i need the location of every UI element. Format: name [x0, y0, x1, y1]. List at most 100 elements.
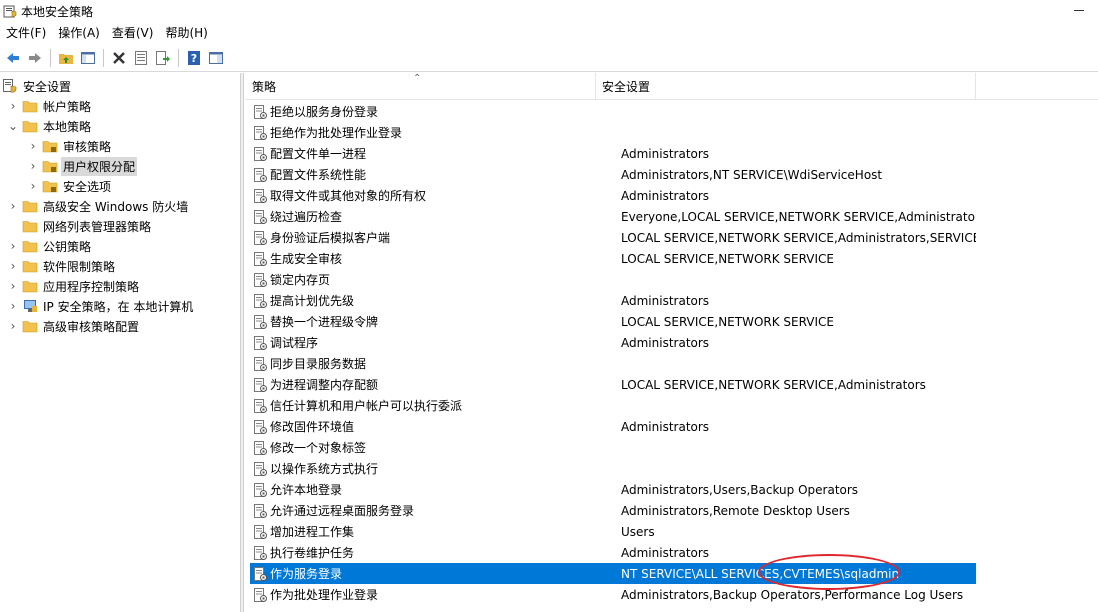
policy-row[interactable]: 提高计划优先级 Administrators [250, 290, 976, 311]
policy-row[interactable]: 取得文件或其他对象的所有权 Administrators [250, 185, 976, 206]
chevron-right-icon[interactable]: › [8, 256, 18, 276]
minimize-button[interactable] [1074, 10, 1084, 11]
chevron-right-icon[interactable]: › [8, 236, 18, 256]
chevron-right-icon[interactable]: › [8, 96, 18, 116]
menu-action[interactable]: 操作(A) [52, 22, 106, 44]
policy-row[interactable]: 生成安全审核 LOCAL SERVICE,NETWORK SERVICE [250, 248, 976, 269]
policy-setting: LOCAL SERVICE,NETWORK SERVICE [621, 251, 835, 266]
policy-icon [252, 398, 268, 414]
chevron-right-icon[interactable]: › [8, 296, 18, 316]
policy-row[interactable]: 允许本地登录 Administrators,Users,Backup Operat… [250, 479, 976, 500]
policy-name: 为进程调整内存配额 [270, 378, 379, 392]
policy-name: 以操作系统方式执行 [270, 462, 379, 476]
policy-row[interactable]: 调试程序 Administrators [250, 332, 976, 353]
chevron-right-icon[interactable]: › [8, 196, 18, 216]
tree-item[interactable]: › 软件限制策略 [8, 256, 117, 276]
policy-icon [252, 356, 268, 372]
policy-row[interactable]: 配置文件系统性能 Administrators,NT SERVICE\WdiSer… [250, 164, 976, 185]
back-button[interactable] [2, 47, 24, 69]
column-header-policy[interactable]: 策略 [245, 73, 595, 100]
policy-icon [252, 146, 268, 162]
pane-splitter[interactable] [241, 73, 244, 612]
tree-item[interactable]: › 公钥策略 [8, 236, 93, 256]
policy-name: 调试程序 [270, 336, 319, 350]
menu-view[interactable]: 查看(V) [106, 22, 160, 44]
policy-icon [252, 419, 268, 435]
tree-item[interactable]: ⌄ 本地策略 [8, 116, 93, 136]
policy-icon [252, 251, 268, 267]
toolbar-separator [50, 48, 51, 67]
tree-item[interactable]: › 高级审核策略配置 [8, 316, 141, 336]
policy-name: 提高计划优先级 [270, 294, 355, 308]
policy-icon [252, 377, 268, 393]
menu-file[interactable]: 文件(F) [0, 22, 52, 44]
properties-button[interactable] [130, 47, 152, 69]
policy-icon [252, 440, 268, 456]
title-bar: 本地安全策略 [0, 0, 1098, 22]
policy-row[interactable]: 绕过遍历检查 Everyone,LOCAL SERVICE,NETWORK SER… [250, 206, 976, 227]
chevron-down-icon[interactable]: ⌄ [8, 116, 18, 136]
chevron-right-icon[interactable]: › [8, 316, 18, 336]
tree-item[interactable]: › 帐户策略 [8, 96, 93, 116]
forward-button[interactable] [24, 47, 46, 69]
policy-icon [252, 125, 268, 141]
toolbar: ? [0, 44, 1098, 72]
policy-name: 身份验证后模拟客户端 [270, 231, 391, 245]
up-level-button[interactable] [55, 47, 77, 69]
policy-row[interactable]: 作为批处理作业登录 Administrators,Backup Operators… [250, 584, 976, 605]
policy-icon [252, 167, 268, 183]
policy-name: 取得文件或其他对象的所有权 [270, 189, 427, 203]
policy-row[interactable]: 拒绝以服务身份登录 [250, 101, 976, 122]
export-list-button[interactable] [152, 47, 174, 69]
tree-item[interactable]: › IP 安全策略，在 本地计算机 [8, 296, 195, 316]
policy-row[interactable]: 以操作系统方式执行 [250, 458, 976, 479]
help-button[interactable]: ? [183, 47, 205, 69]
tree-item[interactable]: › 应用程序控制策略 [8, 276, 141, 296]
tree-item[interactable]: › 安全选项 [28, 176, 113, 196]
tree-item-label: 公钥策略 [43, 239, 92, 254]
policy-row[interactable]: 信任计算机和用户帐户可以执行委派 [250, 395, 976, 416]
chevron-right-icon[interactable]: › [28, 156, 38, 176]
policy-row[interactable]: 拒绝作为批处理作业登录 [250, 122, 976, 143]
menu-help[interactable]: 帮助(H) [159, 22, 213, 44]
policy-row[interactable]: 修改一个对象标签 [250, 437, 976, 458]
toolbar-separator [103, 48, 104, 67]
column-header-setting[interactable]: 安全设置 [595, 73, 975, 100]
view-button[interactable] [205, 47, 227, 69]
policy-setting: Users [621, 524, 655, 539]
tree-item[interactable]: 网络列表管理器策略 [8, 216, 153, 236]
chevron-right-icon[interactable]: › [28, 136, 38, 156]
tree-item[interactable]: › 审核策略 [28, 136, 113, 156]
tree-item[interactable]: 安全设置 [2, 76, 73, 96]
chevron-right-icon[interactable]: › [28, 176, 38, 196]
folder-icon [42, 158, 58, 174]
column-separator[interactable] [975, 73, 976, 100]
policy-row[interactable]: 执行卷维护任务 Administrators [250, 542, 976, 563]
policy-row[interactable]: 修改固件环境值 Administrators [250, 416, 976, 437]
policy-name: 修改固件环境值 [270, 420, 355, 434]
policy-row[interactable]: 替换一个进程级令牌 LOCAL SERVICE,NETWORK SERVICE [250, 311, 976, 332]
tree-item[interactable]: › 高级安全 Windows 防火墙 [8, 196, 190, 216]
policy-row[interactable]: 作为服务登录 NT SERVICE\ALL SERVICES,CVTEMES\sq… [250, 563, 976, 584]
policy-icon [252, 503, 268, 519]
policy-setting: NT SERVICE\ALL SERVICES,CVTEMES\sqladmin [621, 566, 900, 581]
policy-setting: Administrators,Remote Desktop Users [621, 503, 850, 518]
policy-icon [252, 335, 268, 351]
policy-row[interactable]: 允许通过远程桌面服务登录 Administrators,Remote Deskto… [250, 500, 976, 521]
policy-row[interactable]: 配置文件单一进程 Administrators [250, 143, 976, 164]
tree-item[interactable]: › 用户权限分配 [28, 156, 138, 176]
policy-setting: Administrators [621, 335, 710, 350]
tree-item-label: 安全设置 [23, 79, 72, 94]
show-hide-tree-button[interactable] [77, 47, 99, 69]
policy-row[interactable]: 为进程调整内存配额 LOCAL SERVICE,NETWORK SERVICE,A… [250, 374, 976, 395]
policy-icon [252, 587, 268, 603]
policy-icon [252, 482, 268, 498]
policy-setting: Administrators [621, 146, 710, 161]
chevron-right-icon[interactable]: › [8, 276, 18, 296]
policy-row[interactable]: 增加进程工作集 Users [250, 521, 976, 542]
policy-row[interactable]: 锁定内存页 [250, 269, 976, 290]
delete-button[interactable] [108, 47, 130, 69]
policy-row[interactable]: 同步目录服务数据 [250, 353, 976, 374]
policy-row[interactable]: 身份验证后模拟客户端 LOCAL SERVICE,NETWORK SERVICE,… [250, 227, 976, 248]
policy-icon [252, 293, 268, 309]
